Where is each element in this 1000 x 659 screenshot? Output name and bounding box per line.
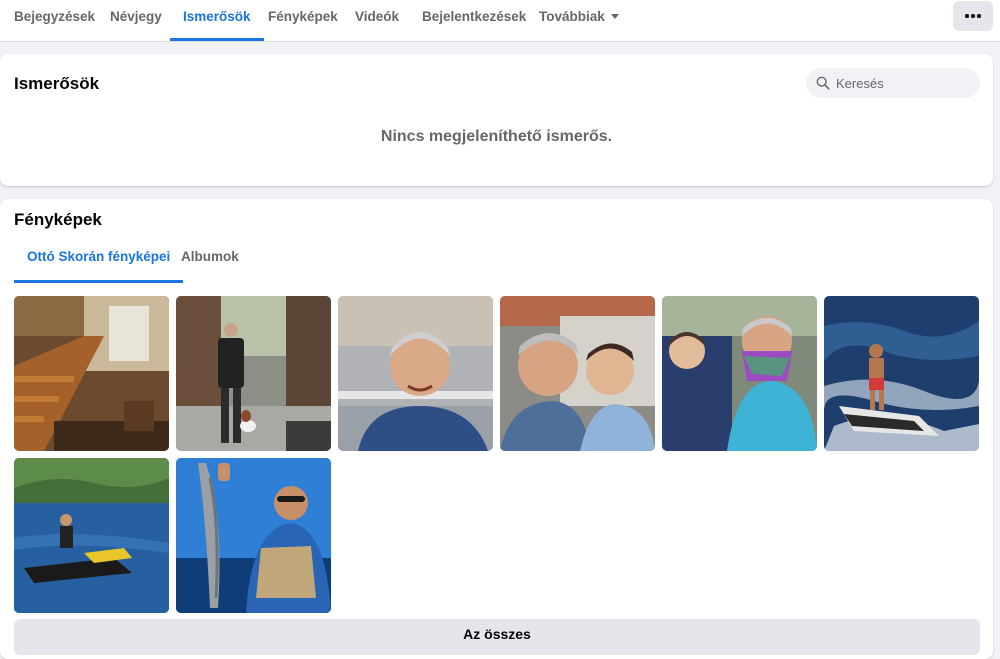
see-all-photos-button[interactable]: Az összes — [14, 619, 980, 655]
tab-more-label: Továbbiak — [539, 9, 605, 24]
tab-videos[interactable]: Videók — [355, 0, 399, 41]
tab-albums[interactable]: Albumok — [181, 249, 239, 283]
photo-thumbnail[interactable] — [500, 296, 655, 451]
more-options-button[interactable] — [953, 1, 993, 31]
ellipsis-icon — [965, 14, 981, 18]
tab-checkins[interactable]: Bejelentkezések — [422, 0, 526, 41]
tab-friends[interactable]: Ismerősök — [170, 0, 264, 41]
tab-photos[interactable]: Fényképek — [268, 0, 338, 41]
friends-title: Ismerősök — [14, 74, 100, 93]
search-icon — [816, 76, 830, 90]
profile-nav-bar: Bejegyzések Névjegy Ismerősök Fényképek … — [0, 0, 1000, 42]
tab-about[interactable]: Névjegy — [110, 0, 162, 41]
empty-friends-message: Nincs megjeleníthető ismerős. — [380, 128, 613, 145]
caret-down-icon — [610, 14, 619, 19]
search-input[interactable] — [836, 75, 976, 91]
photo-thumbnail[interactable] — [662, 296, 817, 451]
photos-card: Fényképek Ottó Skorán fényképei Albumok — [0, 199, 993, 659]
photo-thumbnail[interactable] — [14, 296, 169, 451]
friends-card: Ismerősök Nincs megjeleníthető ismerős. — [0, 54, 993, 186]
photo-thumbnail[interactable] — [824, 296, 979, 451]
friends-search[interactable] — [806, 68, 980, 98]
tab-posts[interactable]: Bejegyzések — [14, 0, 95, 41]
photo-thumbnail[interactable] — [338, 296, 493, 451]
tab-user-photos[interactable]: Ottó Skorán fényképei — [13, 249, 184, 283]
photos-title: Fényképek — [14, 210, 102, 229]
photo-thumbnail[interactable] — [14, 458, 169, 613]
photo-thumbnail[interactable] — [176, 296, 331, 451]
tab-more[interactable]: Továbbiak — [539, 0, 619, 41]
photo-thumbnail[interactable] — [176, 458, 331, 613]
